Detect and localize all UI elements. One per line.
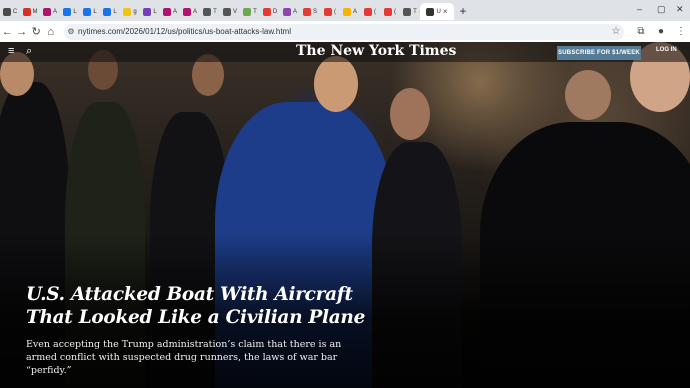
tab-label: L — [113, 8, 117, 15]
reload-icon[interactable]: ↻ — [29, 25, 44, 38]
tab-strip: C M A L L Lg L A A T V T D A S ( A ( ( T U × + – ▢ ✕ — [0, 0, 690, 21]
browser-toolbar: ← → ↻ ⌂ ⚙ nytimes.com/2026/01/12/us/poli… — [0, 21, 690, 42]
extensions-icon[interactable]: ⧉ — [632, 26, 650, 37]
tab-favicon-icon — [324, 7, 332, 16]
browser-tab[interactable]: T — [240, 3, 260, 20]
tab-favicon-icon — [203, 7, 212, 16]
browser-tab[interactable]: S — [300, 3, 320, 20]
tab-label: V — [232, 8, 237, 15]
close-tab-icon[interactable]: × — [443, 7, 448, 16]
browser-tab[interactable]: T — [400, 3, 420, 20]
home-icon[interactable]: ⌂ — [44, 26, 59, 38]
tab-list: C M A L L Lg L A A T V T D A S ( A ( ( T — [0, 1, 420, 20]
tab-label: ( — [374, 8, 376, 15]
tab-favicon-icon — [302, 7, 311, 16]
tab-label: L — [73, 8, 77, 15]
tab-favicon-icon — [182, 7, 191, 16]
tab-label: A — [52, 8, 57, 15]
forward-icon[interactable]: → — [15, 26, 30, 38]
article-summary: Even accepting the Trump administration’… — [26, 339, 342, 376]
person-head — [390, 88, 430, 140]
tab-favicon-icon — [22, 7, 31, 16]
active-tab-label: U — [436, 8, 441, 15]
tab-favicon-icon — [342, 7, 351, 16]
nyt-favicon-icon — [426, 7, 435, 16]
tab-label: C — [12, 8, 18, 15]
nyt-header: ≡ ⌕ The New York Times SUBSCRIBE FOR $1/… — [0, 42, 690, 62]
browser-tab[interactable]: A — [340, 3, 360, 20]
browser-tab[interactable]: M — [20, 3, 40, 20]
browser-tab[interactable]: A — [160, 3, 180, 20]
article-hero: ≡ ⌕ The New York Times SUBSCRIBE FOR $1/… — [0, 42, 690, 388]
tab-favicon-icon — [403, 7, 412, 16]
browser-tab[interactable]: g — [120, 3, 140, 20]
browser-tab[interactable]: L — [100, 3, 120, 20]
tab-favicon-icon — [364, 7, 372, 16]
subscribe-button[interactable]: SUBSCRIBE FOR $1/WEEK — [557, 46, 641, 60]
tab-favicon-icon — [63, 7, 72, 16]
tab-favicon-icon — [243, 7, 252, 16]
article-headline: U.S. Attacked Boat With Aircraft That Lo… — [26, 284, 366, 328]
browser-tab[interactable]: A — [180, 3, 200, 20]
browser-tab[interactable]: V — [220, 3, 240, 20]
browser-tab[interactable]: D — [260, 3, 280, 20]
tab-favicon-icon — [83, 7, 92, 16]
new-tab-button[interactable]: + — [454, 4, 472, 18]
tab-favicon-icon — [143, 7, 152, 16]
browser-tab[interactable]: ( — [380, 3, 400, 20]
browser-tab[interactable]: ( — [360, 3, 380, 20]
tab-favicon-icon — [222, 7, 231, 16]
active-tab[interactable]: U × — [420, 3, 454, 20]
browser-tab[interactable]: A — [40, 3, 60, 20]
tab-label: A — [352, 8, 357, 15]
tab-favicon-icon — [262, 7, 271, 16]
browser-tab[interactable]: C — [0, 3, 20, 20]
tab-label: M — [32, 8, 38, 15]
tab-label: ( — [394, 8, 396, 15]
close-window-icon[interactable]: ✕ — [676, 4, 684, 15]
browser-tab[interactable]: L — [140, 3, 160, 20]
tab-favicon-icon — [103, 7, 112, 16]
search-icon[interactable]: ⌕ — [26, 45, 32, 58]
url-text[interactable]: nytimes.com/2026/01/12/us/politics/us-bo… — [78, 27, 608, 36]
tab-label: T — [213, 8, 217, 15]
tab-favicon-icon — [162, 7, 171, 16]
minimize-icon[interactable]: – — [637, 4, 642, 14]
tab-favicon-icon — [123, 7, 132, 16]
site-info-icon[interactable]: ⚙ — [64, 27, 78, 36]
browser-tab[interactable]: L — [80, 3, 100, 20]
tab-label: T — [253, 8, 257, 15]
browser-tab[interactable]: L — [60, 3, 80, 20]
tab-label: A — [192, 8, 197, 15]
person-head — [565, 70, 611, 120]
login-link[interactable]: LOG IN — [656, 47, 677, 53]
tab-label: D — [272, 8, 278, 15]
tab-favicon-icon — [282, 7, 291, 16]
tab-label: A — [292, 8, 297, 15]
browser-tab[interactable]: ( — [320, 3, 340, 20]
address-bar[interactable]: ⚙ nytimes.com/2026/01/12/us/politics/us-… — [64, 23, 624, 40]
tab-label: A — [172, 8, 177, 15]
tab-label: ( — [334, 8, 336, 15]
browser-tab[interactable]: T — [200, 3, 220, 20]
bookmark-star-icon[interactable]: ☆ — [608, 26, 624, 37]
back-icon[interactable]: ← — [0, 26, 15, 38]
tab-label: g — [133, 8, 137, 15]
browser-tab[interactable]: A — [280, 3, 300, 20]
profile-icon[interactable]: ● — [652, 26, 670, 37]
menu-kebab-icon[interactable]: ⋮ — [672, 26, 690, 37]
tab-favicon-icon — [42, 7, 51, 16]
tab-favicon-icon — [384, 7, 392, 16]
tab-label: L — [93, 8, 97, 15]
person-head — [314, 56, 358, 112]
tab-favicon-icon — [2, 7, 11, 16]
maximize-icon[interactable]: ▢ — [657, 4, 666, 15]
tab-label: T — [413, 8, 417, 15]
hamburger-menu-icon[interactable]: ≡ — [8, 45, 14, 57]
tab-label: L — [153, 8, 157, 15]
tab-label: S — [312, 8, 317, 15]
nyt-logo[interactable]: The New York Times — [296, 43, 456, 59]
